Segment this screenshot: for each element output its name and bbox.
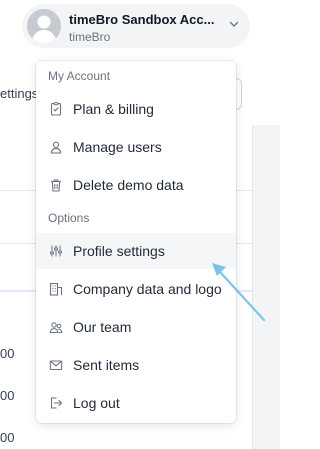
user-avatar-icon [27, 9, 61, 43]
annotation-arrow-icon [212, 263, 266, 322]
menu-item-company-data-logo[interactable]: Company data and logo [36, 271, 236, 307]
chevron-down-icon[interactable] [228, 18, 240, 30]
mail-icon [49, 358, 63, 372]
menu-item-label: Our team [73, 319, 132, 335]
table-cell-number: 00 [0, 388, 15, 403]
menu-item-label: Profile settings [73, 243, 165, 259]
table-cell-number: 00 [0, 346, 15, 361]
menu-item-label: Log out [73, 395, 120, 411]
menu-item-profile-settings[interactable]: Profile settings [36, 233, 236, 269]
menu-item-delete-demo-data[interactable]: Delete demo data [36, 167, 236, 203]
team-icon [49, 320, 63, 334]
menu-item-label: Sent items [73, 357, 140, 373]
building-icon [49, 282, 63, 296]
table-cell-number: 00 [0, 430, 15, 445]
menu-item-label: Delete demo data [73, 177, 184, 193]
avatar [27, 9, 61, 43]
trash-icon [49, 178, 63, 192]
logout-icon [49, 396, 63, 410]
menu-item-sent-items[interactable]: Sent items [36, 347, 236, 383]
account-dropdown-menu: My Account Plan & billing Manage users D… [36, 61, 236, 423]
menu-item-label: Company data and logo [73, 281, 222, 297]
menu-item-plan-billing[interactable]: Plan & billing [36, 91, 236, 127]
menu-item-label: Manage users [73, 139, 162, 155]
sliders-icon [49, 244, 63, 258]
account-subtitle: timeBro [69, 30, 111, 44]
menu-item-label: Plan & billing [73, 101, 154, 117]
menu-item-manage-users[interactable]: Manage users [36, 129, 236, 165]
account-switcher[interactable]: timeBro Sandbox Acc... timeBro [22, 4, 250, 48]
account-name: timeBro Sandbox Acc... [69, 12, 215, 27]
user-icon [49, 140, 63, 154]
settings-tab-fragment[interactable]: ettings [0, 86, 38, 101]
section-label-options: Options [48, 211, 90, 225]
menu-item-log-out[interactable]: Log out [36, 385, 236, 421]
section-label-my-account: My Account [48, 69, 111, 83]
plan-billing-icon [49, 102, 63, 116]
menu-item-our-team[interactable]: Our team [36, 309, 236, 345]
